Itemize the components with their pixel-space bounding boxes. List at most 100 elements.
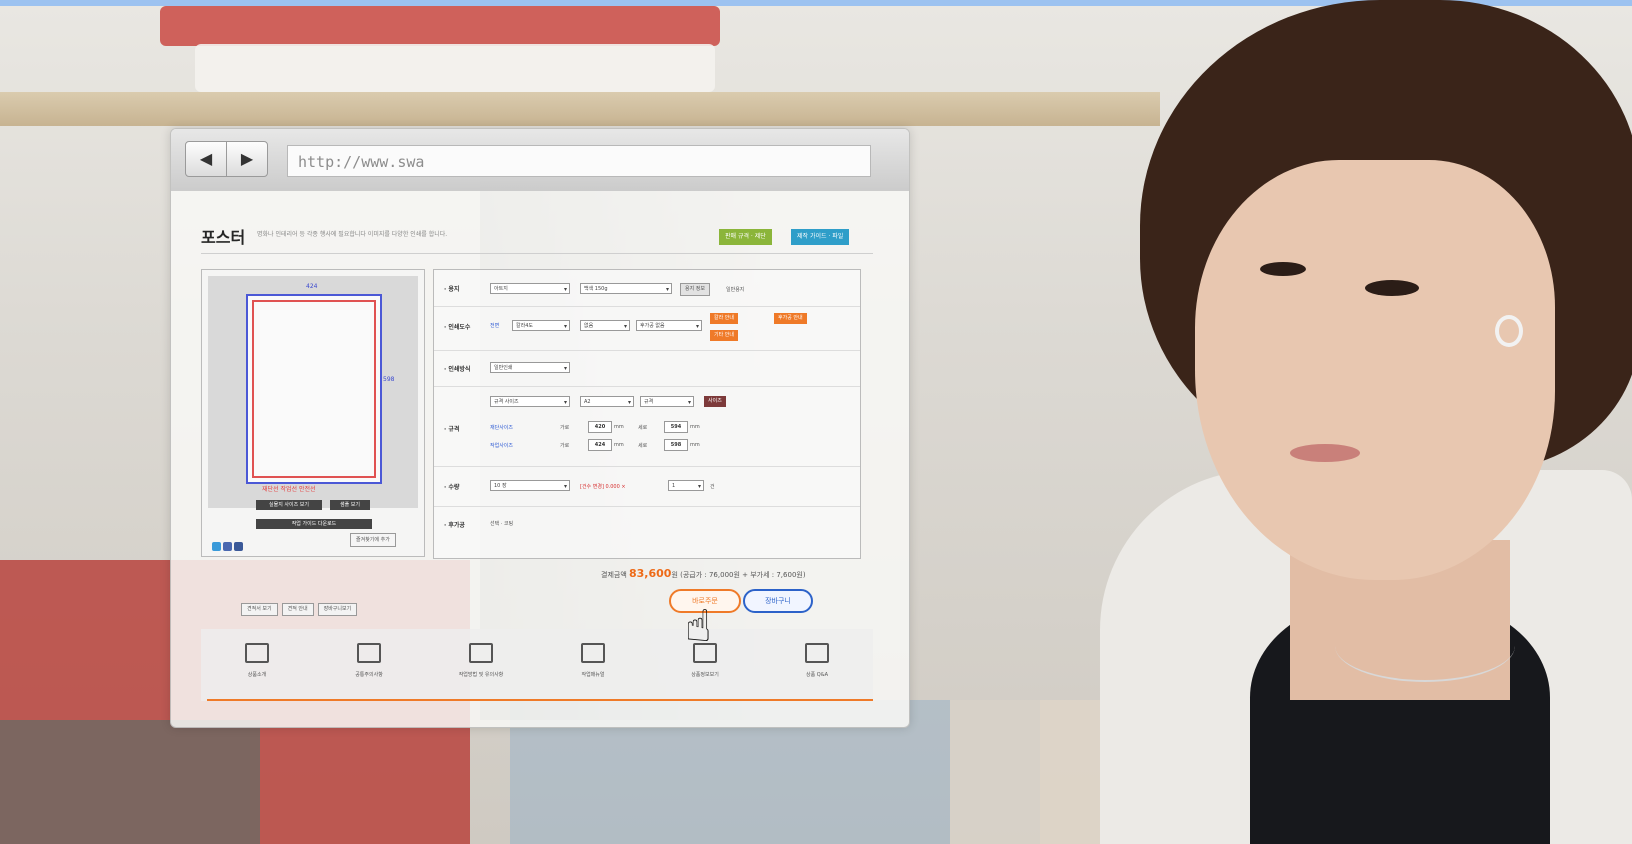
work-width-field[interactable]: 424	[588, 439, 612, 451]
finishing-note[interactable]: 선택 · 코팅	[490, 520, 513, 527]
title-divider	[201, 253, 873, 254]
quantity-select[interactable]: 10 장	[490, 480, 570, 492]
template-guide-badge[interactable]: 제작 가이드 · 파일	[791, 229, 850, 245]
options-panel: · 용지 아트지 백색 150g 용지 정보 일반용지 · 인쇄도수 전면 칼라…	[433, 269, 861, 559]
finishing-select[interactable]: 후가공 없음	[636, 320, 702, 332]
paper-info-button[interactable]: 용지 정보	[680, 283, 710, 296]
size-select[interactable]: A2	[580, 396, 634, 408]
print-label: · 인쇄방식	[444, 366, 471, 373]
paper-type-select[interactable]: 아트지	[490, 283, 570, 295]
background-gray-object	[0, 720, 260, 844]
me2day-icon[interactable]	[223, 542, 232, 551]
person-earring	[1495, 315, 1523, 347]
back-color-select[interactable]: 없음	[580, 320, 630, 332]
sample-button[interactable]: 샘플 보기	[330, 500, 370, 510]
person	[1100, 0, 1632, 844]
cut-width-field[interactable]: 420	[588, 421, 612, 433]
actual-size-button[interactable]: 실물지 사이즈 보기	[256, 500, 322, 510]
quote-guide-link[interactable]: 견적 안내	[281, 603, 314, 616]
option-row-finishing: · 후가공 선택 · 코팅	[434, 506, 860, 546]
work-size-label: 작업사이즈	[490, 443, 514, 449]
color-select[interactable]: 칼라4도	[512, 320, 570, 332]
facebook-icon[interactable]	[234, 542, 243, 551]
paper-weight-select[interactable]: 백색 150g	[580, 283, 672, 295]
total-label: 결제금액	[601, 571, 627, 579]
unit-label: mm	[614, 442, 624, 448]
total-price: 결제금액 83,600원 (공급가 : 76,000원 + 부가세 : 7,60…	[601, 567, 806, 580]
bottom-nav-manual[interactable]: 작업매뉴얼	[537, 629, 649, 701]
size-mode-select[interactable]: 규격	[640, 396, 694, 408]
other-guide-button[interactable]: 기타 안내	[710, 330, 738, 341]
cart-button[interactable]: 장바구니	[743, 589, 813, 613]
color-guide-button[interactable]: 칼라 안내	[710, 313, 738, 324]
finishing-guide-button[interactable]: 후가공 안내	[774, 313, 807, 324]
paper-outline	[246, 294, 382, 484]
sns-share	[212, 536, 245, 555]
bottom-nav-product-intro[interactable]: 상품소개	[201, 629, 313, 701]
total-amount: 83,600	[629, 567, 672, 580]
page-description: 명화나 인테리어 등 각종 행사에 필요합니다 이미지를 다양한 인쇄를 합니다…	[257, 231, 448, 238]
background-shelf	[0, 92, 1160, 126]
option-row-quantity: · 수량 10 장 [건수 변경] 0.000 × 1 건	[434, 466, 860, 507]
cart-view-link[interactable]: 장바구니보기	[317, 603, 358, 616]
count-unit: 건	[710, 484, 715, 490]
size-guide-badge[interactable]: 판매 규격 · 제단	[719, 229, 772, 245]
count-select[interactable]: 1	[668, 480, 704, 492]
option-row-size: · 규격 규격 사이즈 A2 규격 사이즈 재단사이즈 가로 420 mm 세로…	[434, 386, 860, 467]
quote-view-link[interactable]: 견적서 보기	[241, 603, 278, 616]
bottom-nav-qna[interactable]: 상품 Q&A	[761, 629, 873, 701]
back-button[interactable]: ◀	[185, 141, 227, 177]
browser-toolbar: ◀ ▶ http://www.swa	[171, 129, 909, 191]
width-label: 가로	[560, 425, 570, 431]
work-height-field[interactable]: 598	[664, 439, 688, 451]
dimension-height: 598	[383, 376, 395, 383]
bottom-nav-work-method[interactable]: 작업방법 및 유의사항	[425, 629, 537, 701]
cut-size-label: 재단사이즈	[490, 425, 514, 431]
calendar-icon	[469, 643, 493, 663]
total-detail: 원 (공급가 : 76,000원 + 부가세 : 7,600원)	[671, 571, 806, 579]
cart-icon	[245, 643, 269, 663]
hand-cursor-icon: ☝	[685, 601, 712, 652]
size-type-select[interactable]: 규격 사이즈	[490, 396, 570, 408]
person-eye	[1365, 280, 1419, 296]
background-book-white	[195, 44, 715, 92]
unit-label: mm	[690, 424, 700, 430]
size-button[interactable]: 사이즈	[704, 396, 726, 407]
scene: ◀ ▶ http://www.swa 포스터 명화나 인테리어 등 각종 행사에…	[0, 0, 1632, 844]
finishing-label: · 후가공	[444, 522, 465, 529]
dimension-width: 424	[306, 283, 318, 290]
preview-canvas: 424 598 재단선 작업선 안전선 실물지 사이즈 보기 샘플 보기 작업 …	[208, 276, 418, 529]
color-label: · 인쇄도수	[444, 324, 471, 331]
page-title: 포스터	[201, 228, 246, 247]
twitter-icon[interactable]	[212, 542, 221, 551]
height-label: 세로	[638, 443, 648, 449]
bottom-nav: 상품소개 공통주의사항 작업방법 및 유의사항 작업매뉴얼 상품정보보기 상품 …	[201, 629, 873, 701]
print-method-select[interactable]: 일반인쇄	[490, 362, 570, 374]
favorite-button[interactable]: 즐겨찾기에 추가	[350, 533, 396, 547]
quote-links: 견적서 보기 견적 안내 장바구니보기	[241, 595, 361, 616]
height-label: 세로	[638, 425, 648, 431]
download-icon	[581, 643, 605, 663]
width-label: 가로	[560, 443, 570, 449]
forward-arrow-icon: ▶	[240, 149, 254, 168]
back-arrow-icon: ◀	[199, 149, 213, 168]
paper-label: · 용지	[444, 286, 460, 293]
check-icon	[357, 643, 381, 663]
cut-height-field[interactable]: 594	[664, 421, 688, 433]
person-face	[1195, 160, 1555, 580]
forward-button[interactable]: ▶	[226, 141, 268, 177]
browser-window: ◀ ▶ http://www.swa 포스터 명화나 인테리어 등 각종 행사에…	[170, 128, 910, 728]
color-prefix: 전면	[490, 323, 500, 329]
option-row-print: · 인쇄방식 일반인쇄	[434, 350, 860, 387]
preview-panel: 424 598 재단선 작업선 안전선 실물지 사이즈 보기 샘플 보기 작업 …	[201, 269, 425, 557]
url-bar[interactable]: http://www.swa	[287, 145, 871, 177]
person-eye	[1260, 262, 1306, 276]
guide-download-button[interactable]: 작업 가이드 다운로드	[256, 519, 372, 529]
background-book-red	[160, 6, 720, 46]
option-row-color: · 인쇄도수 전면 칼라4도 없음 후가공 없음 칼라 안내 후가공 안내 기타…	[434, 306, 860, 351]
bottom-divider	[207, 699, 873, 701]
option-row-paper: · 용지 아트지 백색 150g 용지 정보 일반용지	[434, 270, 860, 307]
bottom-nav-notes[interactable]: 공통주의사항	[313, 629, 425, 701]
line-legend: 재단선 작업선 안전선	[262, 486, 316, 493]
quantity-label: · 수량	[444, 484, 460, 491]
